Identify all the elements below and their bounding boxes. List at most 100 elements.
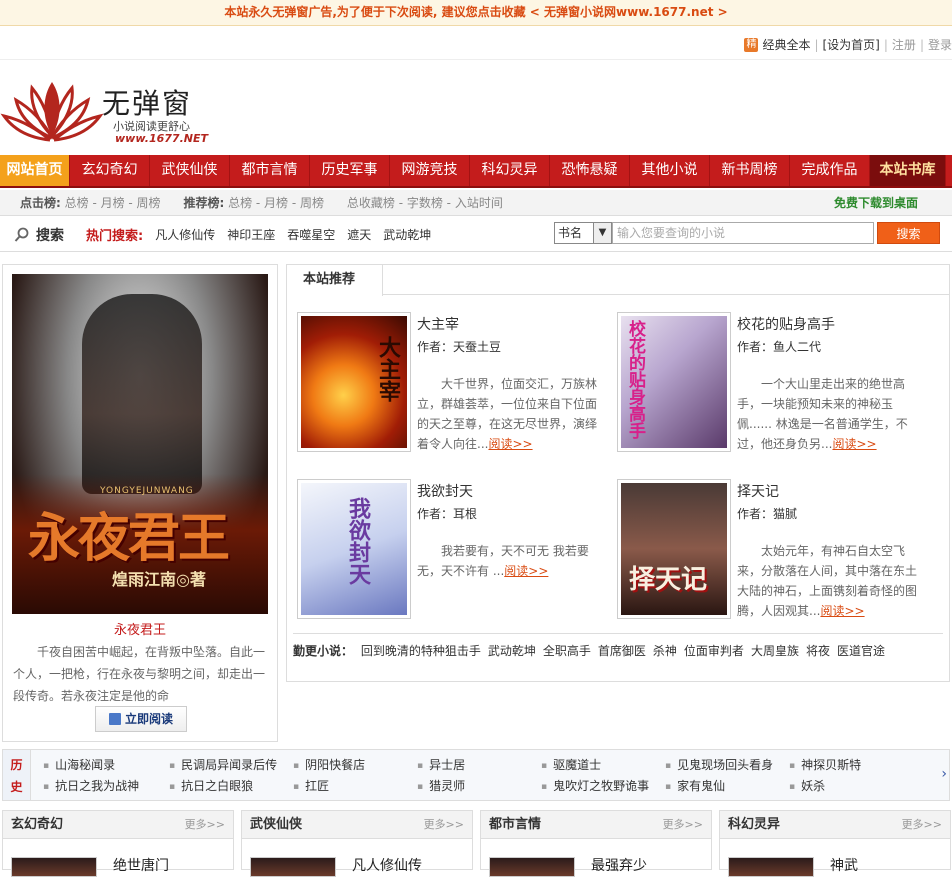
hot-search-item[interactable]: 遮天	[347, 226, 371, 243]
column-book-cover[interactable]	[489, 857, 575, 877]
category-book-link[interactable]: 鬼吹灯之牧野诡事	[541, 777, 649, 794]
nav-item[interactable]: 都市言情	[230, 155, 310, 186]
category-book-link[interactable]: 山海秘闻录	[43, 756, 115, 773]
updated-book-link[interactable]: 位面审判者	[684, 644, 744, 658]
nav-item[interactable]: 网站首页	[0, 155, 70, 186]
notice-bar[interactable]: 本站永久无弹窗广告,为了便于下次阅读, 建议您点击收藏 < 无弹窗小说网www.…	[0, 0, 952, 26]
more-link[interactable]: 更多>>	[902, 811, 942, 839]
search-label: 搜索	[36, 227, 64, 244]
column-title[interactable]: 玄幻奇幻	[11, 817, 63, 832]
nav-item[interactable]: 完成作品	[790, 155, 870, 186]
tab-recommend[interactable]: 本站推荐	[287, 265, 383, 296]
category-book-link[interactable]: 扛匠	[293, 777, 329, 794]
category-book-link[interactable]: 猎灵师	[417, 777, 465, 794]
book-title[interactable]: 择天记	[737, 481, 779, 501]
column-book-title[interactable]: 凡人修仙传	[352, 855, 422, 875]
book-desc-text: 一个大山里走出来的绝世高手，一块能预知未来的神秘玉佩...... 林逸是一名普通…	[737, 377, 908, 451]
category-book-link[interactable]: 异士居	[417, 756, 465, 773]
nav-item[interactable]: 其他小说	[630, 155, 710, 186]
category-label: 历史	[3, 750, 31, 800]
nav-item[interactable]: 玄幻奇幻	[70, 155, 150, 186]
updated-book-link[interactable]: 全职高手	[543, 644, 591, 658]
cover-text: 择天记	[629, 565, 708, 595]
column-book-cover[interactable]	[11, 857, 97, 877]
notice-text[interactable]: 本站永久无弹窗广告,为了便于下次阅读, 建议您点击收藏 < 无弹窗小说网www.…	[224, 5, 727, 19]
nav-item[interactable]: 历史军事	[310, 155, 390, 186]
book-cover[interactable]: 大主宰	[297, 312, 411, 452]
read-now-button[interactable]: 立即阅读	[95, 706, 187, 732]
click-rank-label: 点击榜:	[20, 196, 61, 210]
featured-cover[interactable]: YONGYEJUNWANG 永夜君王 煌雨江南◎著	[12, 274, 268, 614]
category-label-2: 史	[10, 780, 23, 794]
download-link[interactable]: 免费下载到桌面	[834, 190, 918, 216]
book-cover[interactable]: 我欲封天	[297, 479, 411, 619]
updated-book-link[interactable]: 大周皇族	[751, 644, 799, 658]
cover-text: 我欲封天	[345, 497, 370, 585]
column-book-cover[interactable]	[250, 857, 336, 877]
category-book-link[interactable]: 妖杀	[789, 777, 825, 794]
category-column: 玄幻奇幻 更多>> 绝世唐门	[2, 810, 234, 877]
hot-search-item[interactable]: 吞噬星空	[287, 226, 335, 243]
register-link[interactable]: 注册	[892, 36, 916, 53]
nav-item[interactable]: 网游竞技	[390, 155, 470, 186]
nav-item[interactable]: 科幻灵异	[470, 155, 550, 186]
column-title[interactable]: 武侠仙侠	[250, 817, 302, 832]
category-book-link[interactable]: 见鬼现场回头看身	[665, 756, 773, 773]
hot-search-item[interactable]: 神印王座	[227, 226, 275, 243]
rec-rank-label: 推荐榜:	[183, 196, 225, 210]
site-logo[interactable]: 无弹窗 小说阅读更舒心 www.1677.NET	[0, 74, 215, 150]
classic-link[interactable]: 经典全本	[762, 36, 810, 53]
updated-book-link[interactable]: 首席御医	[598, 644, 646, 658]
updated-book-link[interactable]: 回到晚清的特种狙击手	[361, 644, 481, 658]
read-link[interactable]: 阅读>>	[488, 437, 532, 451]
category-book-link[interactable]: 抗日之我为战神	[43, 777, 139, 794]
login-link[interactable]: 登录	[928, 36, 952, 53]
read-link[interactable]: 阅读>>	[832, 437, 876, 451]
rec-rank-links[interactable]: 总榜 - 月榜 - 周榜	[228, 196, 324, 210]
book-title[interactable]: 大主宰	[417, 314, 459, 334]
book-cover[interactable]: 择天记	[617, 479, 731, 619]
column-book-cover[interactable]	[728, 857, 814, 877]
hot-search-item[interactable]: 凡人修仙传	[155, 226, 215, 243]
updated-book-link[interactable]: 杀神	[653, 644, 677, 658]
book-title[interactable]: 校花的贴身高手	[737, 314, 835, 334]
column-book-title[interactable]: 神武	[830, 855, 858, 875]
category-book-link[interactable]: 家有鬼仙	[665, 777, 725, 794]
nav-item[interactable]: 恐怖悬疑	[550, 155, 630, 186]
search-input[interactable]: 输入您要查询的小说	[612, 222, 874, 244]
read-link[interactable]: 阅读>>	[820, 604, 864, 618]
category-book-link[interactable]: 神探贝斯特	[789, 756, 861, 773]
column-title[interactable]: 都市言情	[489, 817, 541, 832]
history-category-strip: 历史 › 山海秘闻录 民调局异闻录后传阴阳快餐店 异士居 驱魔道士 见鬼现场回头看身神探…	[2, 749, 950, 801]
hot-search-item[interactable]: 武动乾坤	[383, 226, 431, 243]
click-rank-links[interactable]: 总榜 - 月榜 - 周榜	[65, 196, 161, 210]
search-button[interactable]: 搜索	[877, 222, 940, 244]
set-home-link[interactable]: [设为首页]	[823, 36, 880, 53]
updated-book-link[interactable]: 医道官途	[837, 644, 885, 658]
category-book-link[interactable]: 抗日之白眼狼	[169, 777, 253, 794]
more-link[interactable]: 更多>>	[185, 811, 225, 839]
other-rank-links[interactable]: 总收藏榜 - 字数榜 - 入站时间	[347, 196, 503, 210]
book-cover[interactable]: 校花的贴身高手	[617, 312, 731, 452]
logo-name: 无弹窗	[102, 87, 193, 120]
read-link[interactable]: 阅读>>	[504, 564, 548, 578]
featured-title[interactable]: 永夜君王	[3, 619, 277, 638]
search-icon	[14, 227, 30, 243]
category-book-link[interactable]: 阴阳快餐店	[293, 756, 365, 773]
more-link[interactable]: 更多>>	[663, 811, 703, 839]
column-title[interactable]: 科幻灵异	[728, 817, 780, 832]
category-book-link[interactable]: 驱魔道士	[541, 756, 601, 773]
nav-item[interactable]: 本站书库	[870, 155, 946, 186]
chevron-right-icon[interactable]: ›	[941, 766, 947, 782]
nav-item[interactable]: 武侠仙侠	[150, 155, 230, 186]
column-book-title[interactable]: 最强弃少	[591, 855, 647, 875]
book-title[interactable]: 我欲封天	[417, 481, 473, 501]
more-link[interactable]: 更多>>	[424, 811, 464, 839]
updated-book-link[interactable]: 武动乾坤	[488, 644, 536, 658]
category-book-link[interactable]: 民调局异闻录后传	[169, 756, 277, 773]
nav-item[interactable]: 新书周榜	[710, 155, 790, 186]
search-type-select[interactable]: 书名 ▼	[554, 222, 612, 244]
category-column: 科幻灵异 更多>> 神武	[719, 810, 951, 877]
updated-book-link[interactable]: 将夜	[806, 644, 830, 658]
column-book-title[interactable]: 绝世唐门	[113, 855, 169, 875]
